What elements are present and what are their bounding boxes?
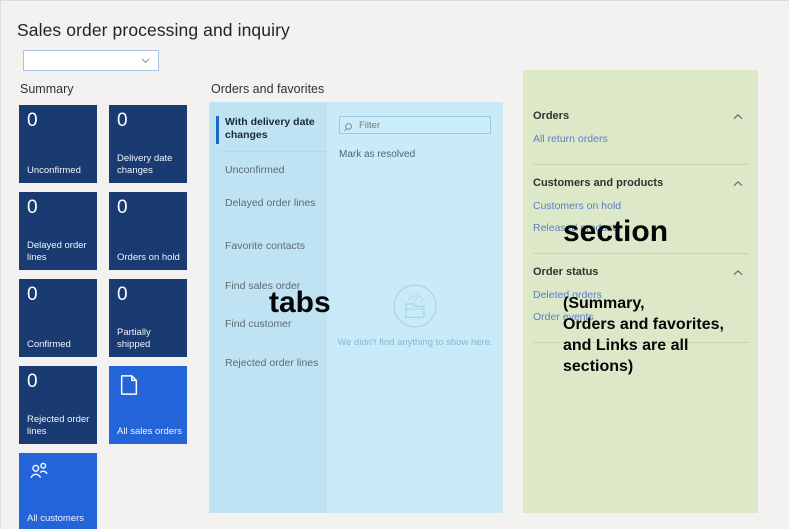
tab-item[interactable]: Rejected order lines <box>209 357 327 370</box>
page-icon <box>118 374 140 396</box>
summary-tile[interactable]: 0 Delayed order lines <box>19 192 97 270</box>
links-group-header[interactable]: Orders <box>533 110 569 122</box>
empty-folder-icon <box>391 282 439 330</box>
tile-count: 0 <box>117 284 128 305</box>
tab-rail-divider <box>219 151 327 152</box>
links-item[interactable]: All return orders <box>533 133 608 145</box>
chevron-up-icon[interactable] <box>732 267 744 279</box>
tab-item[interactable]: Unconfirmed <box>209 164 327 177</box>
tab-label: Delayed order lines <box>225 197 316 209</box>
empty-state-message: We didn't find anything to show here. <box>337 337 493 348</box>
summary-tile[interactable]: 0 Rejected order lines <box>19 366 97 444</box>
links-group-header[interactable]: Customers and products <box>533 177 663 189</box>
tile-label: Orders on hold <box>117 252 180 263</box>
tab-label: Favorite contacts <box>225 240 305 252</box>
tile-label: All sales orders <box>117 426 182 437</box>
tile-count: 0 <box>27 371 38 392</box>
summary-tile[interactable]: All sales orders <box>109 366 187 444</box>
summary-tile[interactable]: 0 Delivery date changes <box>109 105 187 183</box>
search-icon <box>344 120 355 132</box>
tab-content-panel: Filter Mark as resolved We didn't find a… <box>327 102 503 513</box>
summary-tile[interactable]: 0 Partially shipped <box>109 279 187 357</box>
chevron-up-icon[interactable] <box>732 111 744 123</box>
chevron-up-icon[interactable] <box>732 178 744 190</box>
summary-tile[interactable]: All customers <box>19 453 97 529</box>
tab-item[interactable]: Favorite contacts <box>209 240 327 253</box>
tile-label: All customers <box>27 513 85 524</box>
tile-count: 0 <box>27 110 38 131</box>
tile-label: Partially shipped <box>117 327 151 350</box>
chevron-down-icon <box>140 55 151 66</box>
tab-item[interactable]: Delayed order lines <box>209 197 327 210</box>
active-tab-indicator <box>216 116 219 144</box>
tile-label: Delayed order lines <box>27 240 87 263</box>
summary-tile[interactable]: 0 Orders on hold <box>109 192 187 270</box>
tab-label: Rejected order lines <box>225 357 319 369</box>
links-item[interactable]: Customers on hold <box>533 200 621 212</box>
tile-count: 0 <box>27 197 38 218</box>
tile-count: 0 <box>117 197 128 218</box>
section-heading-summary: Summary <box>20 82 74 96</box>
tile-label: Unconfirmed <box>27 165 81 176</box>
dashboard-page: Sales order processing and inquiry Summa… <box>0 0 789 529</box>
tile-label: Rejected order lines <box>27 414 90 437</box>
workspace-dropdown[interactable] <box>23 50 159 71</box>
section-heading-orders-and-favorites: Orders and favorites <box>211 82 325 96</box>
people-icon <box>28 461 50 483</box>
tab-item[interactable]: With delivery date changes <box>209 116 327 144</box>
empty-state: We didn't find anything to show here. <box>327 282 503 348</box>
orders-and-favorites-section: With delivery date changes Unconfirmed Del… <box>209 102 503 513</box>
filter-input[interactable]: Filter <box>339 116 491 134</box>
summary-tile[interactable]: 0 Unconfirmed <box>19 105 97 183</box>
tile-count: 0 <box>27 284 38 305</box>
annotation-section: section <box>563 215 669 248</box>
summary-tile[interactable]: 0 Confirmed <box>19 279 97 357</box>
page-title: Sales order processing and inquiry <box>17 20 290 40</box>
annotation-section-note: (Summary, Orders and favorites, and Link… <box>563 295 724 375</box>
mark-as-resolved-button[interactable]: Mark as resolved <box>339 149 415 160</box>
tile-label: Confirmed <box>27 339 71 350</box>
tab-label: Unconfirmed <box>225 164 285 176</box>
filter-placeholder: Filter <box>359 120 381 131</box>
tile-label: Delivery date changes <box>117 153 173 176</box>
tab-label: With delivery date changes <box>225 116 315 141</box>
tile-count: 0 <box>117 110 128 131</box>
links-group-divider <box>533 164 748 165</box>
links-group-divider <box>533 253 748 254</box>
links-group-header[interactable]: Order status <box>533 266 598 278</box>
links-section: Orders All return orders Customers and pro… <box>523 70 758 513</box>
annotation-tabs: tabs <box>269 286 331 319</box>
